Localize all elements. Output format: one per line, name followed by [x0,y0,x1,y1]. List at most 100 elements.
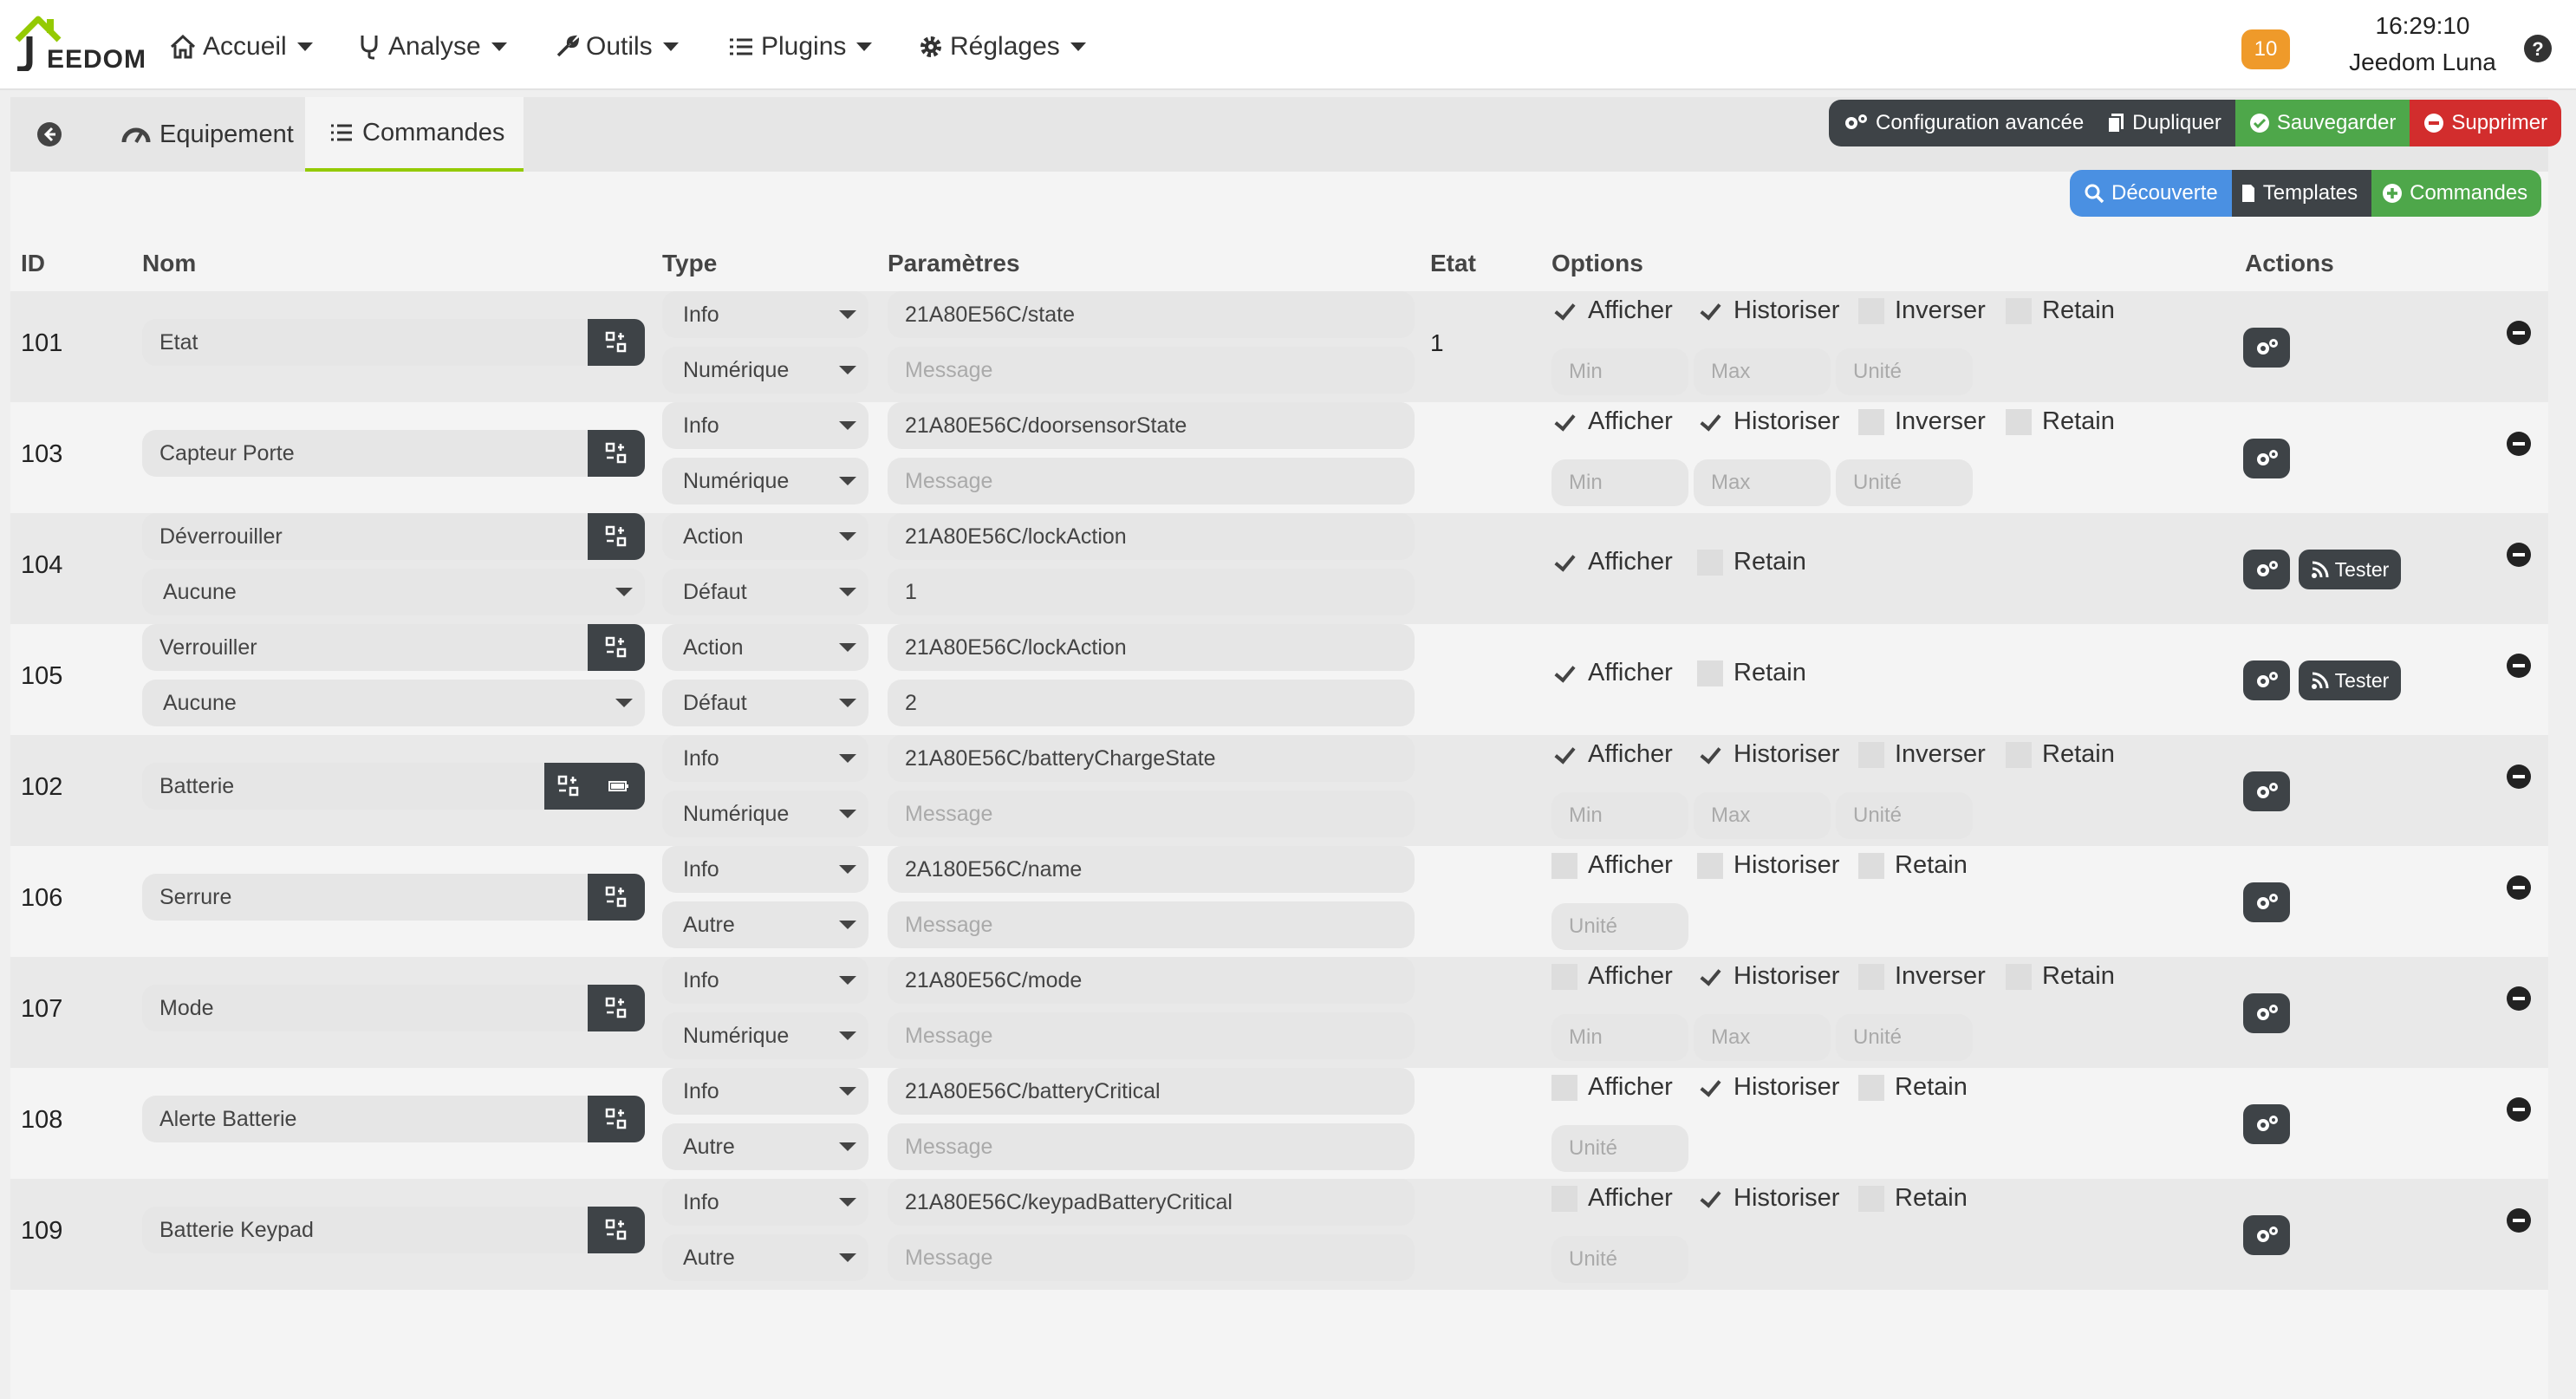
topic-input[interactable]: 21A80E56C/batteryCritical [888,1068,1415,1115]
option-retain[interactable]: Retain [1697,659,1806,687]
subtype-select[interactable]: Autre [662,1234,868,1281]
type-select[interactable]: Info [662,291,868,338]
option-afficher[interactable]: Afficher [1551,407,1673,436]
max-input[interactable]: Max [1694,1014,1831,1061]
unit-input[interactable]: Unité [1836,1014,1973,1061]
checkbox-checked[interactable] [1697,742,1723,768]
command-name-input[interactable]: Verrouiller [142,624,588,671]
question-circle-icon[interactable]: ? [2522,33,2553,64]
checkbox-unchecked[interactable] [1551,1074,1577,1101]
subtype-select[interactable]: Numérique [662,1012,868,1059]
command-name-input[interactable]: Capteur Porte [142,430,588,477]
checkbox-checked[interactable] [1697,409,1723,435]
battery-type-button[interactable] [593,763,645,810]
min-input[interactable]: Min [1551,348,1688,395]
unit-input[interactable]: Unité [1551,1236,1688,1283]
option-inverser[interactable]: Inverser [1858,407,1986,436]
command-name-input[interactable]: Alerte Batterie [142,1096,588,1142]
remove-command-button[interactable] [2507,1208,2531,1233]
type-select[interactable]: Action [662,624,868,671]
checkbox-unchecked[interactable] [1858,408,1884,435]
option-afficher[interactable]: Afficher [1551,851,1673,880]
checkbox-unchecked[interactable] [1858,963,1884,990]
test-command-button[interactable]: Tester [2299,660,2401,700]
subtype-select[interactable]: Défaut [662,569,868,615]
option-historiser[interactable]: Historiser [1697,296,1839,325]
checkbox-unchecked[interactable] [1551,852,1577,879]
option-afficher[interactable]: Afficher [1551,548,1673,576]
checkbox-unchecked[interactable] [2006,963,2032,990]
topic-input[interactable]: 2A180E56C/name [888,846,1415,893]
user-name[interactable]: Jeedom Luna [2332,49,2514,76]
checkbox-checked[interactable] [1551,660,1577,686]
topic-input[interactable]: 21A80E56C/batteryChargeState [888,735,1415,782]
topic-input[interactable]: 21A80E56C/state [888,291,1415,338]
option-retain[interactable]: Retain [2006,740,2115,769]
type-select[interactable]: Action [662,513,868,560]
option-retain[interactable]: Retain [1858,851,1968,880]
menu-accueil[interactable]: Accueil [170,26,313,68]
menu-plugins[interactable]: Plugins [728,26,873,68]
checkbox-unchecked[interactable] [1551,1185,1577,1212]
checkbox-unchecked[interactable] [1858,852,1884,879]
option-historiser[interactable]: Historiser [1697,407,1839,436]
remove-command-button[interactable] [2507,875,2531,900]
max-input[interactable]: Max [1694,459,1831,506]
remove-command-button[interactable] [2507,321,2531,345]
command-name-input[interactable]: Mode [142,985,588,1031]
back-button[interactable] [10,97,97,172]
option-historiser[interactable]: Historiser [1697,1073,1839,1102]
command-name-input[interactable]: Serrure [142,874,588,921]
advanced-cmd-config-button[interactable] [2243,660,2290,700]
checkbox-unchecked[interactable] [1858,1185,1884,1212]
checkbox-unchecked[interactable] [2006,297,2032,324]
type-select[interactable]: Info [662,402,868,449]
type-select[interactable]: Info [662,846,868,893]
advanced-cmd-config-button[interactable] [2243,882,2290,922]
option-historiser[interactable]: Historiser [1697,1184,1839,1213]
topic-input[interactable]: 21A80E56C/mode [888,957,1415,1004]
duplicate-button[interactable]: Dupliquer [2098,100,2235,146]
option-afficher[interactable]: Afficher [1551,1073,1673,1102]
advanced-cmd-config-button[interactable] [2243,328,2290,368]
option-retain[interactable]: Retain [1697,548,1806,576]
type-select[interactable]: Info [662,735,868,782]
checkbox-checked[interactable] [1551,550,1577,576]
option-historiser[interactable]: Historiser [1697,740,1839,769]
save-button[interactable]: Sauvegarder [2234,100,2410,146]
test-command-button[interactable]: Tester [2299,550,2401,589]
delete-button[interactable]: Supprimer [2410,100,2562,146]
advanced-cmd-config-button[interactable] [2243,1215,2290,1255]
remove-command-button[interactable] [2507,654,2531,678]
value-input[interactable]: 1 [888,569,1415,615]
option-retain[interactable]: Retain [1858,1184,1968,1213]
configure-cmd-button[interactable] [588,1207,645,1253]
checkbox-unchecked[interactable] [1697,852,1723,879]
option-inverser[interactable]: Inverser [1858,296,1986,325]
max-input[interactable]: Max [1694,792,1831,839]
subtype-select[interactable]: Numérique [662,791,868,837]
advanced-cmd-config-button[interactable] [2243,1104,2290,1144]
checkbox-checked[interactable] [1551,742,1577,768]
value-input[interactable]: Message [888,1012,1415,1059]
checkbox-checked[interactable] [1697,1186,1723,1212]
value-input[interactable]: Message [888,901,1415,948]
option-retain[interactable]: Retain [2006,407,2115,436]
configure-cmd-button[interactable] [588,430,645,477]
unit-input[interactable]: Unité [1836,792,1973,839]
value-input[interactable]: Message [888,1123,1415,1170]
checkbox-unchecked[interactable] [1858,297,1884,324]
topic-input[interactable]: 21A80E56C/doorsensorState [888,402,1415,449]
discovery-button[interactable]: Découverte [2070,170,2232,217]
option-inverser[interactable]: Inverser [1858,740,1986,769]
subtype-select[interactable]: Numérique [662,347,868,394]
value-input[interactable]: Message [888,1234,1415,1281]
configure-cmd-button[interactable] [588,624,645,671]
configure-cmd-button[interactable] [588,319,645,366]
option-historiser[interactable]: Historiser [1697,851,1839,880]
configure-cmd-button[interactable] [588,513,645,560]
templates-button[interactable]: Templates [2231,170,2372,217]
unit-input[interactable]: Unité [1551,903,1688,950]
unit-input[interactable]: Unité [1836,348,1973,395]
topic-input[interactable]: 21A80E56C/lockAction [888,624,1415,671]
